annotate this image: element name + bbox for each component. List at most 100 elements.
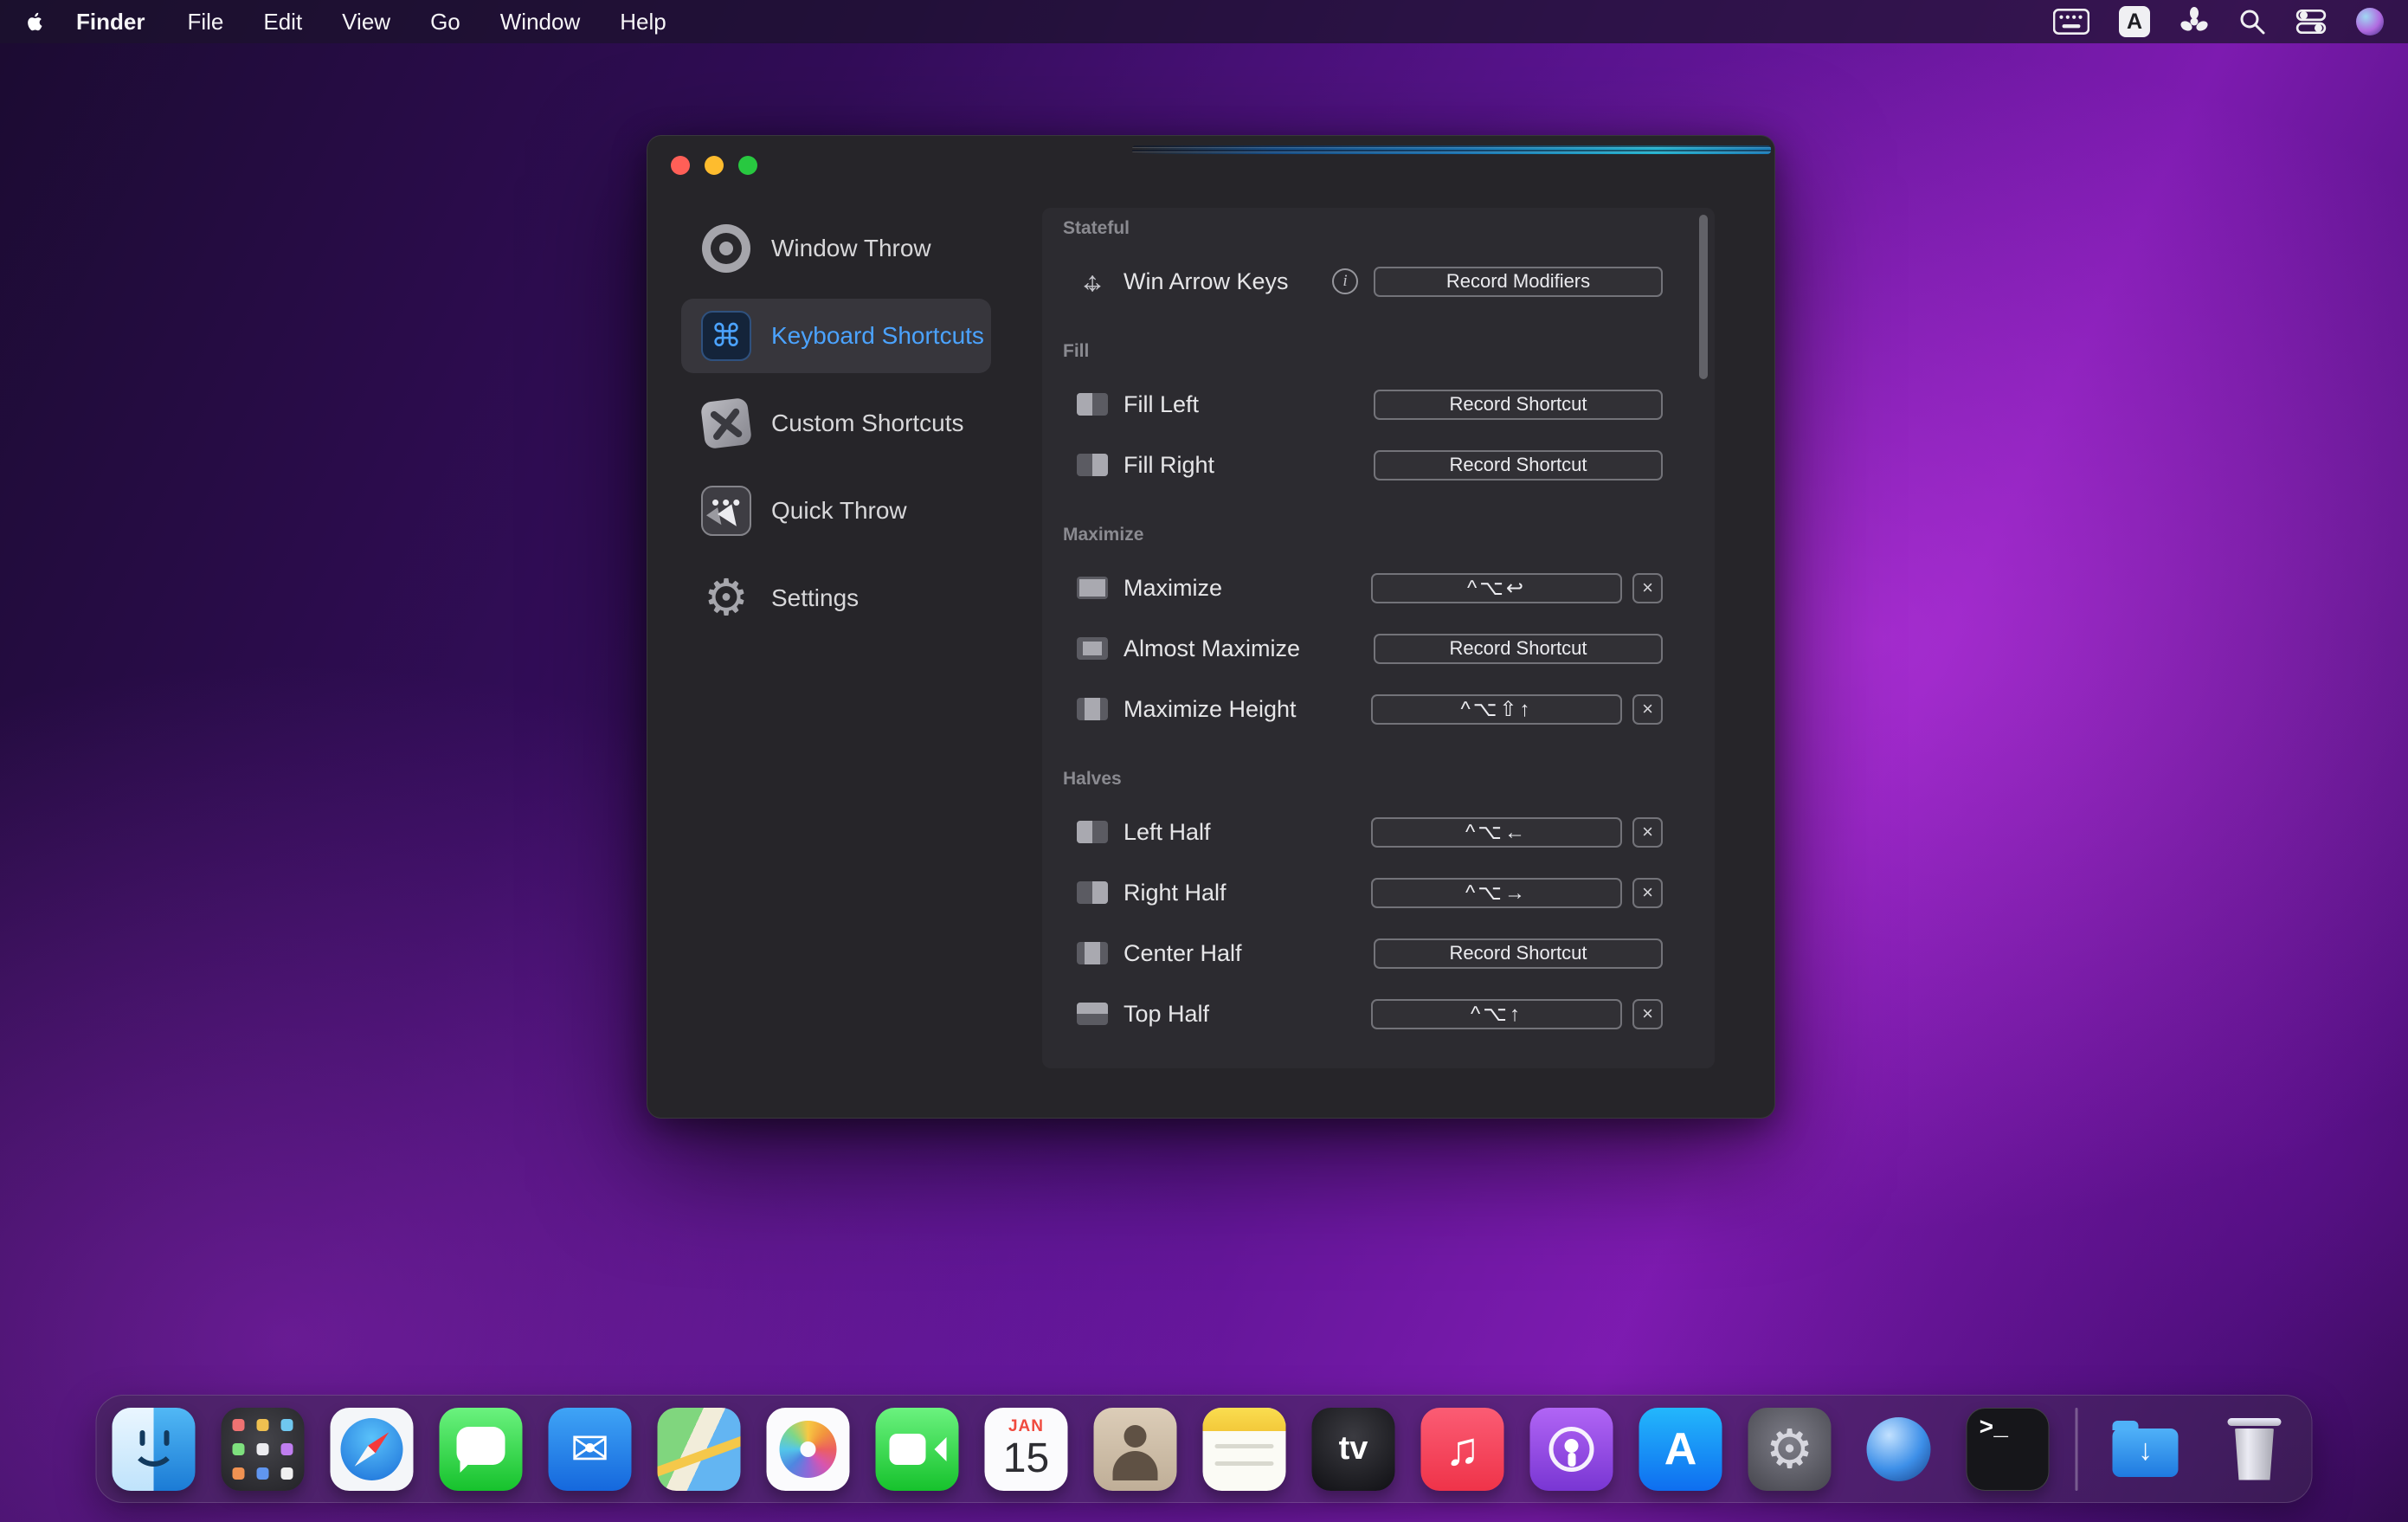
section-title: Maximize — [1063, 525, 1144, 545]
calendar-day: 15 — [1002, 1435, 1050, 1481]
dock-app-store[interactable]: A — [1639, 1407, 1722, 1491]
record-modifiers-button[interactable]: Record Modifiers — [1374, 266, 1663, 297]
dock-maps[interactable] — [657, 1407, 741, 1491]
music-note-icon: ♫ — [1445, 1422, 1480, 1475]
sidebar-item-keyboard-shortcuts[interactable]: Keyboard Shortcuts — [681, 299, 991, 373]
dock-downloads[interactable]: ↓ — [2104, 1408, 2187, 1491]
menu-view[interactable]: View — [322, 9, 410, 35]
dock-trash[interactable] — [2213, 1408, 2296, 1491]
shortcut-row-top-half: Top Half ^⌥↑ × — [1042, 983, 1715, 1044]
record-shortcut-button[interactable]: Record Shortcut — [1374, 633, 1663, 664]
sidebar-item-label: Keyboard Shortcuts — [771, 322, 984, 349]
shortcuts-panel: Stateful ↔ ↕ Win Arrow Keys i Record Modi… — [1042, 208, 1715, 1068]
sidebar-item-settings[interactable]: Settings — [681, 561, 991, 635]
menu-bar: Finder File Edit View Go Window Help A — [0, 0, 2408, 43]
dock-music[interactable]: ♫ — [1420, 1407, 1504, 1491]
menu-window[interactable]: Window — [480, 9, 600, 35]
launchpad-grid — [256, 1442, 269, 1455]
person-silhouette-icon — [1124, 1424, 1147, 1448]
keyboard-icon[interactable] — [2053, 9, 2089, 35]
shortcut-field[interactable]: ^⌥→ — [1371, 877, 1622, 908]
clear-shortcut-button[interactable]: × — [1632, 998, 1663, 1029]
apple-menu-icon[interactable] — [24, 9, 50, 35]
menu-edit[interactable]: Edit — [243, 9, 322, 35]
section-maximize: Maximize Maximize ^⌥↩ × Almost Maximize … — [1042, 495, 1715, 739]
clear-shortcut-button[interactable]: × — [1632, 693, 1663, 725]
sidebar-item-quick-throw[interactable]: ••• Quick Throw — [681, 474, 991, 548]
input-source-icon[interactable]: A — [2119, 6, 2150, 37]
calendar-month: JAN — [1008, 1416, 1044, 1435]
dock-terminal[interactable]: >_ — [1966, 1407, 2050, 1491]
app-store-letter: A — [1664, 1423, 1697, 1474]
dock-podcasts[interactable] — [1529, 1407, 1613, 1491]
dock-contacts[interactable] — [1093, 1407, 1177, 1491]
shortcut-row-fill-left: Fill Left Record Shortcut — [1042, 374, 1715, 435]
command-key-icon — [699, 308, 754, 364]
dock: ✉ JAN 15 tv ♫ A ⚙ >_ ↓ — [95, 1395, 2313, 1503]
close-button[interactable] — [671, 156, 690, 175]
fan-icon[interactable] — [2179, 7, 2209, 36]
sidebar-item-custom-shortcuts[interactable]: Custom Shortcuts — [681, 386, 991, 461]
shortcut-row-maximize-height: Maximize Height ^⌥⇧↑ × — [1042, 679, 1715, 739]
active-app-name[interactable]: Finder — [76, 9, 145, 35]
menu-help[interactable]: Help — [600, 9, 686, 35]
control-center-icon[interactable] — [2295, 6, 2327, 37]
speech-bubble-icon — [456, 1426, 505, 1473]
dock-messages[interactable] — [439, 1407, 523, 1491]
tools-key-icon — [699, 396, 754, 451]
record-shortcut-button[interactable]: Record Shortcut — [1374, 449, 1663, 480]
terminal-prompt: >_ — [1979, 1415, 2009, 1442]
dock-notes[interactable] — [1202, 1407, 1286, 1491]
desktop[interactable]: Finder File Edit View Go Window Help A W… — [0, 0, 2408, 1522]
sidebar-item-label: Settings — [771, 584, 860, 611]
record-shortcut-button[interactable]: Record Shortcut — [1374, 389, 1663, 420]
menu-file[interactable]: File — [167, 9, 243, 35]
notes-header-strip — [1202, 1407, 1286, 1431]
app-window: Window Throw Keyboard Shortcuts Custom S… — [647, 135, 1775, 1119]
fill-right-icon — [1077, 454, 1108, 476]
blue-orb-icon — [1866, 1416, 1931, 1481]
dock-safari[interactable] — [330, 1407, 414, 1491]
shortcut-field[interactable]: ^⌥↑ — [1371, 998, 1622, 1029]
siri-icon[interactable] — [2356, 8, 2384, 35]
right-half-icon — [1077, 881, 1108, 904]
dock-photos[interactable] — [766, 1407, 850, 1491]
dock-calendar[interactable]: JAN 15 — [984, 1407, 1068, 1491]
row-label: Maximize — [1124, 574, 1223, 601]
section-halves: Halves Left Half ^⌥← × Right Half ^⌥→ × … — [1042, 739, 1715, 1044]
dock-finder[interactable] — [112, 1407, 196, 1491]
move-icon: ↔ ↕ — [1078, 265, 1106, 297]
section-title: Stateful — [1063, 218, 1130, 238]
almost-maximize-icon — [1077, 637, 1108, 660]
sidebar-item-window-throw[interactable]: Window Throw — [681, 211, 991, 286]
menu-go[interactable]: Go — [410, 9, 480, 35]
dock-window-throw-app[interactable] — [1858, 1408, 1941, 1491]
zoom-button[interactable] — [738, 156, 757, 175]
clear-shortcut-button[interactable]: × — [1632, 877, 1663, 908]
clear-shortcut-button[interactable]: × — [1632, 816, 1663, 848]
dock-launchpad[interactable] — [221, 1407, 305, 1491]
minimize-button[interactable] — [705, 156, 724, 175]
record-shortcut-button[interactable]: Record Shortcut — [1374, 938, 1663, 969]
cursor-key-icon: ••• — [699, 483, 754, 539]
info-icon[interactable]: i — [1332, 268, 1358, 294]
scrollbar-thumb[interactable] — [1699, 215, 1708, 379]
sidebar-item-label: Custom Shortcuts — [771, 410, 964, 436]
maximize-icon — [1077, 577, 1108, 599]
window-titlebar[interactable] — [647, 136, 1774, 193]
section-title: Fill — [1063, 341, 1090, 361]
dock-facetime[interactable] — [875, 1407, 959, 1491]
dock-mail[interactable]: ✉ — [548, 1407, 632, 1491]
shortcut-field[interactable]: ^⌥↩ — [1371, 572, 1622, 603]
shortcut-row-right-half: Right Half ^⌥→ × — [1042, 862, 1715, 923]
video-camera-icon — [889, 1433, 947, 1465]
dock-system-preferences[interactable]: ⚙ — [1748, 1407, 1832, 1491]
shortcut-field[interactable]: ^⌥← — [1371, 816, 1622, 848]
shortcut-field[interactable]: ^⌥⇧↑ — [1371, 693, 1622, 725]
envelope-icon: ✉ — [570, 1423, 610, 1475]
shortcut-row-maximize: Maximize ^⌥↩ × — [1042, 558, 1715, 618]
spotlight-search-icon[interactable] — [2238, 8, 2266, 35]
clear-shortcut-button[interactable]: × — [1632, 572, 1663, 603]
sidebar: Window Throw Keyboard Shortcuts Custom S… — [681, 211, 991, 1118]
dock-apple-tv[interactable]: tv — [1311, 1407, 1395, 1491]
